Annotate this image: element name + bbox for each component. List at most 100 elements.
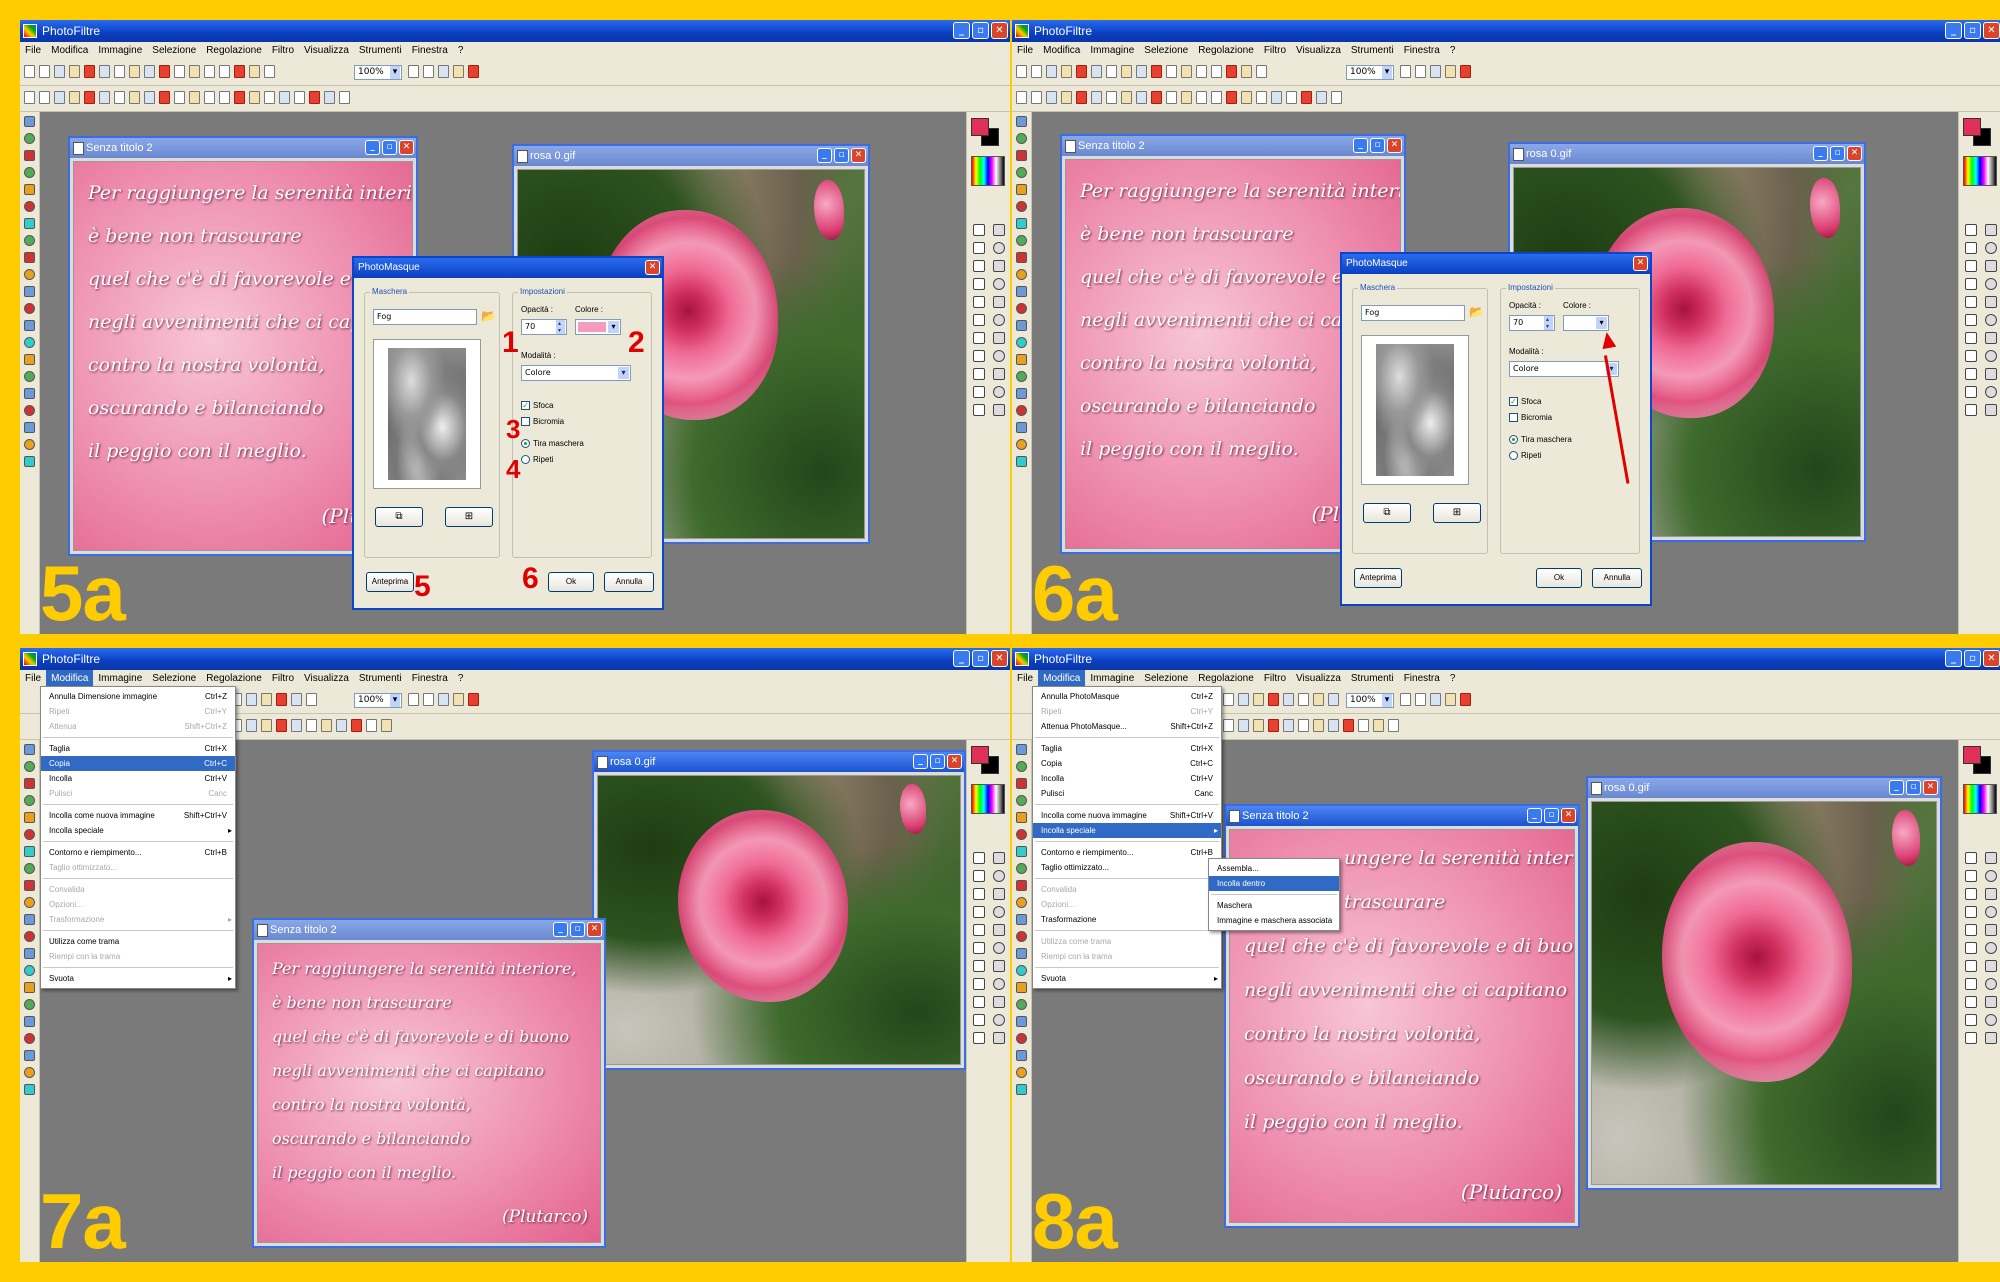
maximize-button[interactable]: ▫ — [382, 140, 397, 155]
texture-icon[interactable] — [291, 719, 302, 732]
mode-select[interactable]: Colore — [1509, 361, 1619, 377]
triangle-icon[interactable] — [973, 368, 985, 380]
document-window-title[interactable]: Senza titolo 2 _ ▫ ✕ — [70, 138, 416, 158]
menu-immagine[interactable]: Immagine — [93, 42, 147, 60]
close-button[interactable]: ✕ — [1387, 138, 1402, 153]
texture-icon[interactable] — [279, 91, 290, 104]
fit-icon[interactable] — [1430, 65, 1441, 78]
plugin-icon[interactable] — [1241, 65, 1252, 78]
tool-icon[interactable] — [1016, 863, 1027, 874]
tool-icon[interactable] — [24, 184, 35, 195]
flip-h-icon[interactable] — [1151, 91, 1162, 104]
open-icon[interactable] — [39, 65, 50, 78]
texture-icon[interactable] — [1283, 719, 1294, 732]
lasso-icon[interactable] — [993, 368, 1005, 380]
rotate-icon[interactable] — [189, 91, 200, 104]
preview-button[interactable]: Anteprima — [366, 572, 414, 592]
plugin-icon[interactable] — [291, 693, 302, 706]
opacity-spinner[interactable]: 70 — [1509, 315, 1555, 331]
fullscreen-icon[interactable] — [1445, 693, 1456, 706]
lasso-icon[interactable] — [1985, 996, 1997, 1008]
window-icon[interactable] — [1136, 65, 1147, 78]
gradient-icon[interactable] — [1253, 719, 1264, 732]
smudge-icon[interactable] — [993, 924, 1005, 936]
foreground-color-swatch[interactable] — [1963, 118, 1981, 136]
close-button[interactable]: ✕ — [947, 754, 962, 769]
copy-icon[interactable] — [174, 65, 185, 78]
menu-item[interactable]: Attenua PhotoMasque... Shift+Ctrl+Z — [1033, 719, 1221, 734]
tool-icon[interactable] — [1016, 286, 1027, 297]
image-icon[interactable] — [1298, 693, 1309, 706]
wand-icon[interactable] — [973, 870, 985, 882]
lasso-icon[interactable] — [1985, 368, 1997, 380]
polygon-icon[interactable] — [973, 1014, 985, 1026]
tool-icon[interactable] — [1016, 354, 1027, 365]
menu-item[interactable]: Taglia Ctrl+X — [41, 741, 235, 756]
close-button[interactable]: ✕ — [851, 148, 866, 163]
minimize-button[interactable]: _ — [953, 650, 970, 667]
wand-icon[interactable] — [1965, 242, 1977, 254]
tool-icon[interactable] — [24, 880, 35, 891]
mode-select[interactable]: Colore — [521, 365, 631, 381]
triangle-icon[interactable] — [973, 996, 985, 1008]
pencil-icon[interactable] — [1985, 906, 1997, 918]
tool-icon[interactable] — [1016, 150, 1027, 161]
frame-icon[interactable] — [1256, 91, 1267, 104]
maximize-button[interactable]: ▫ — [834, 148, 849, 163]
tool-icon[interactable] — [24, 999, 35, 1010]
tool-icon[interactable] — [24, 1016, 35, 1027]
close-button[interactable]: ✕ — [399, 140, 414, 155]
tool-icon[interactable] — [1016, 116, 1027, 127]
tool-icon[interactable] — [24, 965, 35, 976]
tool-icon[interactable] — [1016, 965, 1027, 976]
select-icon[interactable] — [973, 224, 985, 236]
bicolor-checkbox[interactable]: Bicromia — [1509, 413, 1552, 422]
document-window-title[interactable]: Senza titolo 2 _ ▫ ✕ — [1062, 136, 1404, 156]
menu-item[interactable]: Incolla speciale — [41, 823, 235, 838]
dialog-close-button[interactable]: ✕ — [1633, 256, 1648, 271]
color-palette[interactable] — [1963, 784, 1997, 814]
pipette-icon[interactable] — [993, 224, 1005, 236]
flip-h-icon[interactable] — [159, 91, 170, 104]
rect-icon[interactable] — [1965, 960, 1977, 972]
maximize-button[interactable]: ▫ — [972, 22, 989, 39]
repeat-radio[interactable]: Ripeti — [1509, 451, 1541, 460]
drop-icon[interactable] — [246, 719, 257, 732]
stamp-icon[interactable] — [1965, 314, 1977, 326]
tool-icon[interactable] — [24, 744, 35, 755]
drop-tool-icon[interactable] — [1965, 924, 1977, 936]
filter-icon[interactable] — [1226, 65, 1237, 78]
maximize-button[interactable]: ▫ — [972, 650, 989, 667]
tool-icon[interactable] — [1016, 778, 1027, 789]
menu-item[interactable]: Pulisci Canc — [1033, 786, 1221, 801]
tool-icon[interactable] — [1016, 829, 1027, 840]
plugin2-icon[interactable] — [336, 719, 347, 732]
opacity-spinner[interactable]: 70 — [521, 319, 567, 335]
tool-icon[interactable] — [1016, 218, 1027, 229]
fill-icon[interactable] — [1965, 260, 1977, 272]
folder-icon[interactable] — [993, 1014, 1005, 1026]
tool-icon[interactable] — [24, 982, 35, 993]
tool-icon[interactable] — [1016, 897, 1027, 908]
tool-icon[interactable] — [24, 439, 35, 450]
menu-item[interactable]: Maschera — [1209, 898, 1339, 913]
close-button[interactable]: ✕ — [1923, 780, 1938, 795]
monitor-icon[interactable] — [468, 693, 479, 706]
pipette-icon[interactable] — [993, 852, 1005, 864]
tool-icon[interactable] — [1016, 1033, 1027, 1044]
menu-file[interactable]: File — [20, 42, 46, 60]
menu-selezione[interactable]: Selezione — [1139, 42, 1193, 60]
menu-modifica[interactable]: Modifica — [1038, 42, 1085, 60]
scan-icon[interactable] — [84, 65, 95, 78]
drop-tool-icon[interactable] — [1965, 296, 1977, 308]
minimize-button[interactable]: _ — [1353, 138, 1368, 153]
wand-icon[interactable] — [1965, 870, 1977, 882]
text-icon[interactable] — [261, 693, 272, 706]
new-icon[interactable] — [1016, 65, 1027, 78]
brush-icon[interactable] — [1965, 906, 1977, 918]
maximize-button[interactable]: ▫ — [1964, 650, 1981, 667]
triangle-icon[interactable] — [1965, 996, 1977, 1008]
tool-icon[interactable] — [24, 897, 35, 908]
pencil-icon[interactable] — [1985, 278, 1997, 290]
lasso-icon[interactable] — [993, 996, 1005, 1008]
